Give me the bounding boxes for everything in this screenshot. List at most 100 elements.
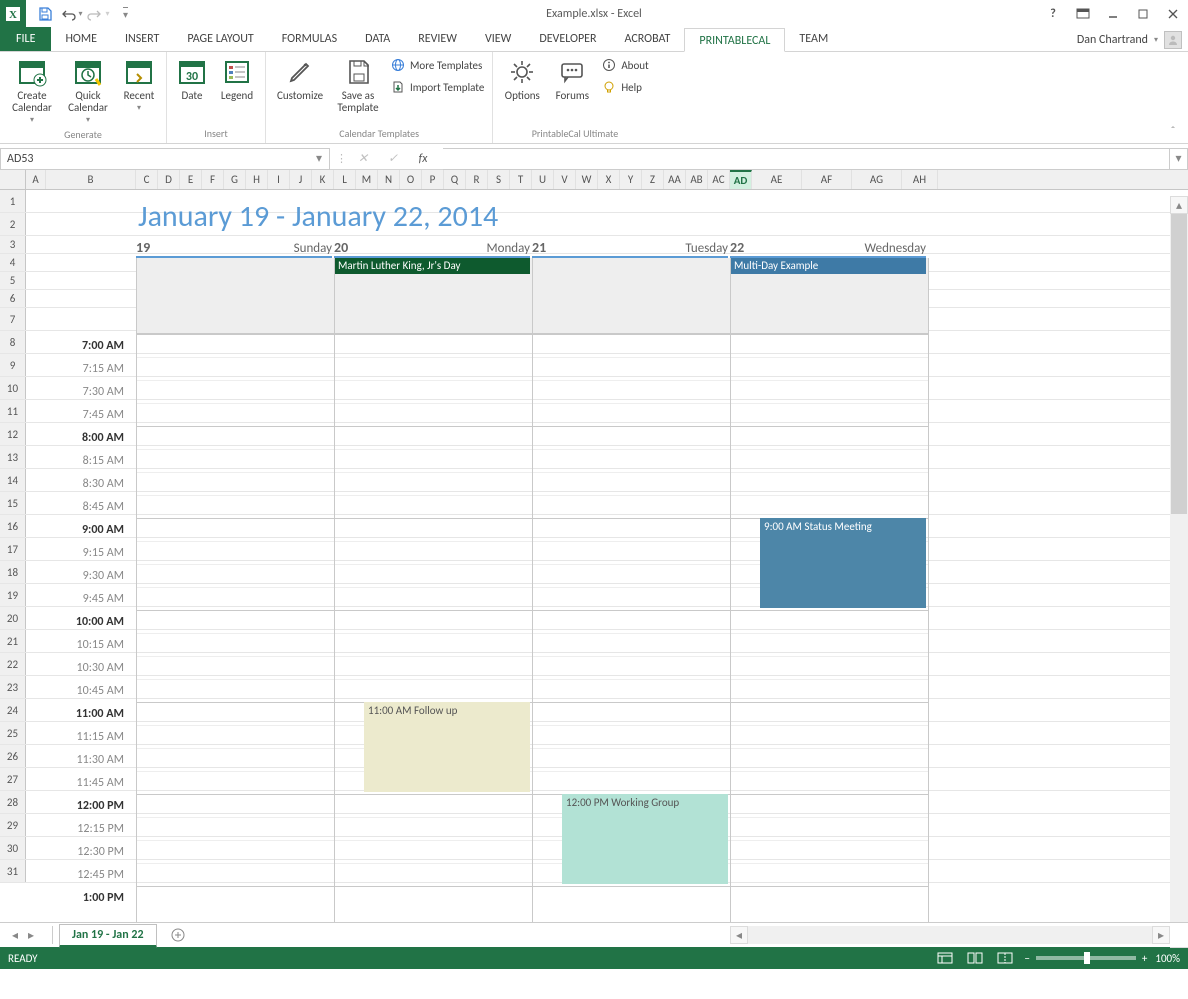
normal-view-icon[interactable] (934, 949, 956, 967)
select-all-corner[interactable] (0, 170, 26, 189)
zoom-slider[interactable]: − + (1024, 952, 1147, 965)
row-header-29[interactable]: 29 (0, 814, 26, 836)
col-header-Z[interactable]: Z (642, 170, 664, 189)
col-header-G[interactable]: G (224, 170, 246, 189)
col-header-AC[interactable]: AC (708, 170, 730, 189)
tab-data[interactable]: DATA (351, 27, 404, 51)
row-header-30[interactable]: 30 (0, 837, 26, 859)
col-header-S[interactable]: S (488, 170, 510, 189)
row-header-19[interactable]: 19 (0, 584, 26, 606)
col-header-I[interactable]: I (268, 170, 290, 189)
maximize-icon[interactable] (1128, 0, 1158, 28)
save-icon[interactable] (32, 2, 57, 26)
col-header-AF[interactable]: AF (802, 170, 852, 189)
zoom-value[interactable]: 100% (1155, 952, 1180, 965)
tab-team[interactable]: TEAM (785, 27, 842, 51)
tab-page-layout[interactable]: PAGE LAYOUT (173, 27, 267, 51)
scroll-right-icon[interactable]: ▸ (1152, 926, 1170, 944)
col-header-E[interactable]: E (180, 170, 202, 189)
row-header-2[interactable]: 2 (0, 213, 26, 235)
col-header-AA[interactable]: AA (664, 170, 686, 189)
scroll-up-icon[interactable]: ▴ (1170, 196, 1188, 214)
help-button[interactable]: Help (597, 76, 652, 98)
zoom-out-icon[interactable]: − (1024, 952, 1029, 965)
scroll-thumb[interactable] (1171, 214, 1187, 514)
allday-event[interactable]: Multi-Day Example (730, 258, 926, 274)
row-header-24[interactable]: 24 (0, 699, 26, 721)
tab-home[interactable]: HOME (51, 27, 111, 51)
recent-button[interactable]: Recent ▾ (116, 54, 162, 116)
row-header-12[interactable]: 12 (0, 423, 26, 445)
zoom-in-icon[interactable]: + (1142, 952, 1147, 965)
col-header-F[interactable]: F (202, 170, 224, 189)
row-header-23[interactable]: 23 (0, 676, 26, 698)
minimize-icon[interactable] (1098, 0, 1128, 28)
save-as-template-button[interactable]: Save as Template (330, 54, 386, 116)
col-header-C[interactable]: C (136, 170, 158, 189)
quick-calendar-button[interactable]: Quick Calendar ▾ (60, 54, 116, 128)
row-header-16[interactable]: 16 (0, 515, 26, 537)
col-header-J[interactable]: J (290, 170, 312, 189)
row-header-18[interactable]: 18 (0, 561, 26, 583)
row-header-27[interactable]: 27 (0, 768, 26, 790)
close-icon[interactable] (1158, 0, 1188, 28)
col-header-O[interactable]: O (400, 170, 422, 189)
row-header-4[interactable]: 4 (0, 254, 26, 271)
qat-customize-icon[interactable]: ▾ (113, 2, 138, 26)
col-header-AH[interactable]: AH (902, 170, 938, 189)
col-header-H[interactable]: H (246, 170, 268, 189)
calendar-event[interactable]: 9:00 AM Status Meeting (760, 518, 926, 608)
create-calendar-button[interactable]: Create Calendar ▾ (4, 54, 60, 128)
col-header-D[interactable]: D (158, 170, 180, 189)
row-header-8[interactable]: 8 (0, 331, 26, 353)
insert-date-button[interactable]: 30 Date (171, 54, 213, 104)
col-header-Q[interactable]: Q (444, 170, 466, 189)
row-header-26[interactable]: 26 (0, 745, 26, 767)
col-header-K[interactable]: K (312, 170, 334, 189)
tab-developer[interactable]: DEVELOPER (525, 27, 610, 51)
row-header-28[interactable]: 28 (0, 791, 26, 813)
page-break-view-icon[interactable] (994, 949, 1016, 967)
tab-printablecal[interactable]: PRINTABLECAL (684, 28, 785, 52)
tab-view[interactable]: VIEW (471, 27, 525, 51)
row-header-11[interactable]: 11 (0, 400, 26, 422)
col-header-W[interactable]: W (576, 170, 598, 189)
row-header-20[interactable]: 20 (0, 607, 26, 629)
col-header-X[interactable]: X (598, 170, 620, 189)
cancel-formula-icon[interactable]: ✕ (349, 149, 377, 169)
vertical-scrollbar[interactable]: ▴ ▾ (1170, 196, 1188, 948)
name-box-dropdown-icon[interactable]: ▾ (311, 149, 327, 169)
scroll-left-icon[interactable]: ◂ (730, 926, 748, 944)
row-header-17[interactable]: 17 (0, 538, 26, 560)
row-header-1[interactable]: 1 (0, 190, 26, 212)
formula-input[interactable] (443, 148, 1170, 170)
col-header-M[interactable]: M (356, 170, 378, 189)
sheet-tab-active[interactable]: Jan 19 - Jan 22 (59, 924, 157, 948)
horizontal-scrollbar[interactable]: ◂ ▸ (730, 926, 1170, 944)
row-header-3[interactable]: 3 (0, 236, 26, 253)
col-header-V[interactable]: V (554, 170, 576, 189)
row-header-15[interactable]: 15 (0, 492, 26, 514)
row-header-6[interactable]: 6 (0, 290, 26, 307)
col-header-T[interactable]: T (510, 170, 532, 189)
allday-event[interactable]: Martin Luther King, Jr's Day (334, 258, 530, 274)
tab-insert[interactable]: INSERT (111, 27, 173, 51)
expand-formula-bar-icon[interactable]: ▾ (1170, 148, 1188, 170)
col-header-L[interactable]: L (334, 170, 356, 189)
fx-icon[interactable]: fx (409, 149, 437, 169)
tab-formulas[interactable]: FORMULAS (268, 27, 351, 51)
row-header-21[interactable]: 21 (0, 630, 26, 652)
options-button[interactable]: Options (497, 54, 547, 104)
col-header-A[interactable]: A (26, 170, 46, 189)
row-header-9[interactable]: 9 (0, 354, 26, 376)
row-header-10[interactable]: 10 (0, 377, 26, 399)
forums-button[interactable]: Forums (547, 54, 597, 104)
col-header-U[interactable]: U (532, 170, 554, 189)
insert-legend-button[interactable]: Legend (213, 54, 261, 104)
row-header-14[interactable]: 14 (0, 469, 26, 491)
more-templates-button[interactable]: More Templates (386, 54, 488, 76)
col-header-P[interactable]: P (422, 170, 444, 189)
tab-nav[interactable]: ◂▸ (0, 928, 46, 943)
redo-icon[interactable]: ▾ (86, 2, 111, 26)
enter-formula-icon[interactable]: ✓ (379, 149, 407, 169)
